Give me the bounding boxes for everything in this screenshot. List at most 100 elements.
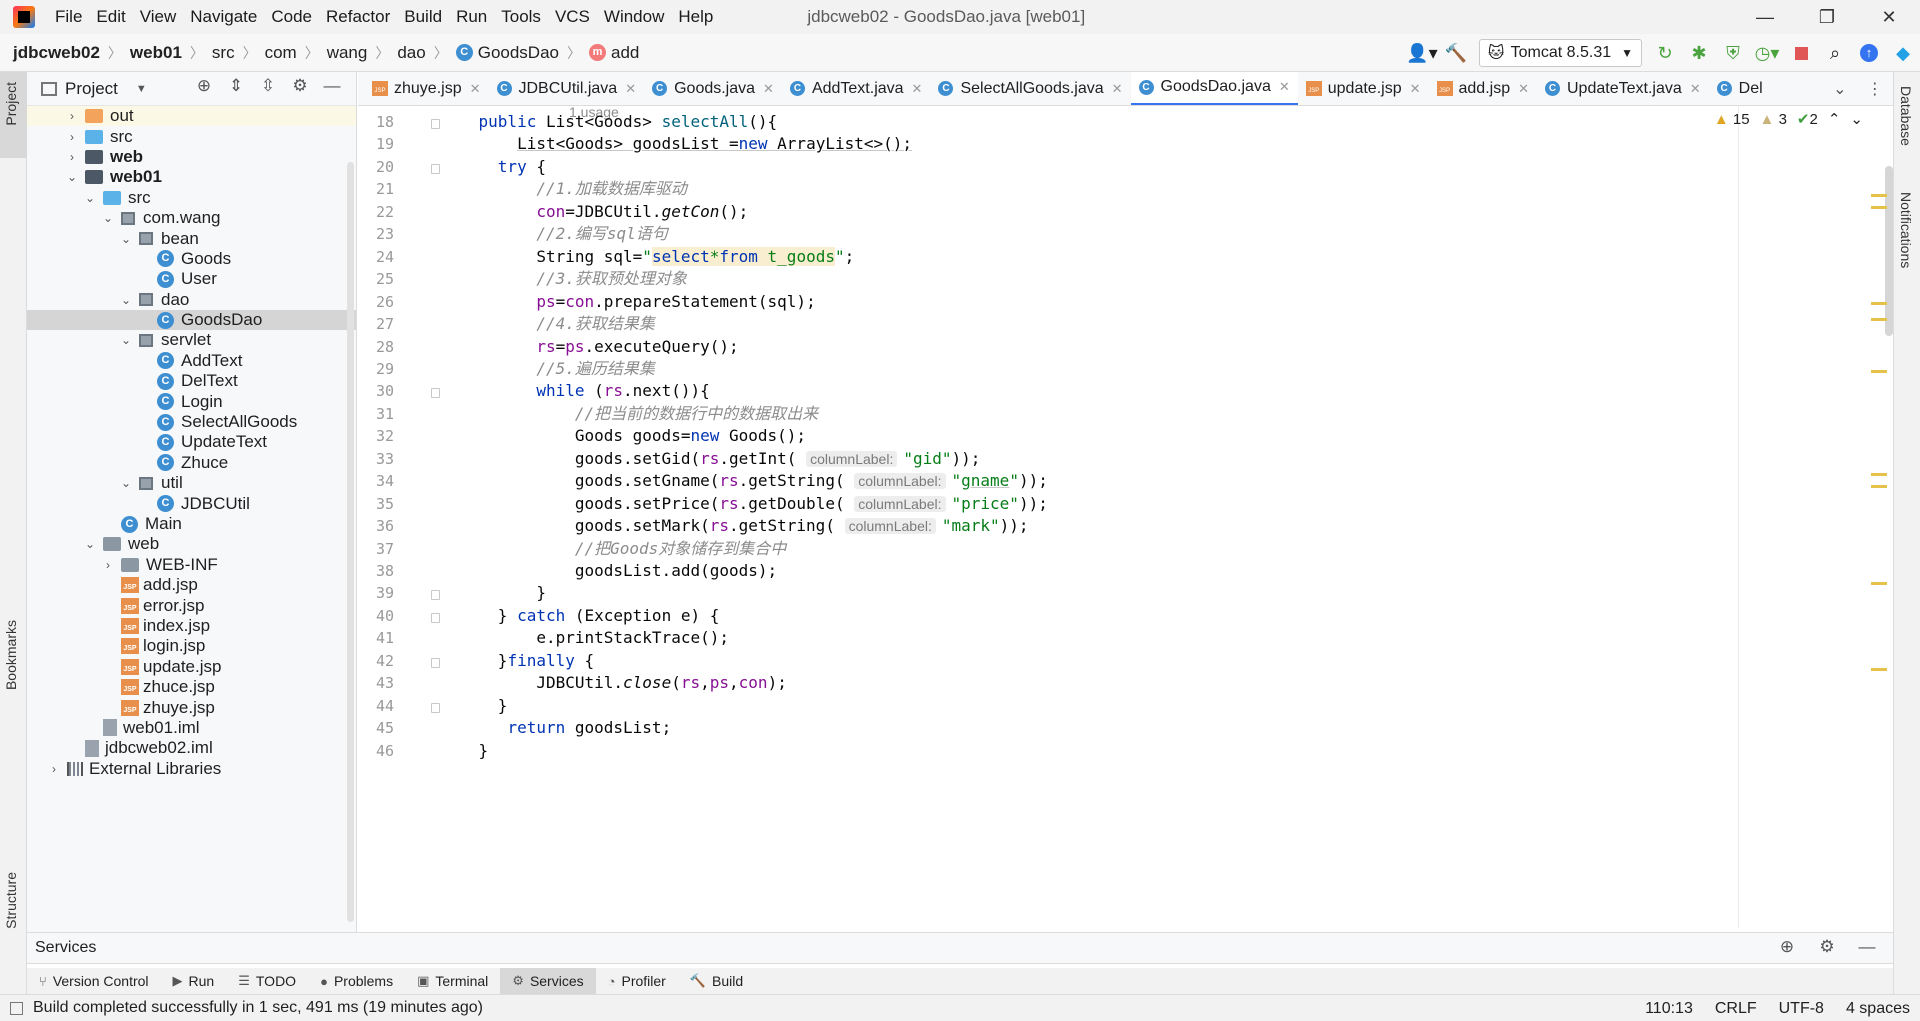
chevron-down-icon[interactable]: ⌄ [119,232,133,246]
tool-window-profiler[interactable]: ◔ Profiler [596,968,678,994]
breadcrumb-item[interactable]: m add [589,43,639,63]
fold-marker-icon[interactable] [431,388,440,399]
fold-marker-icon[interactable] [431,163,440,174]
caret-position[interactable]: 110:13 [1645,1000,1693,1018]
tree-item[interactable]: C Zhuce [27,453,356,473]
close-tab-icon[interactable]: ✕ [1279,79,1290,95]
toggle-panels-icon[interactable] [10,1001,23,1015]
chevron-down-icon[interactable]: ⌄ [1833,79,1846,99]
tree-item[interactable]: JSP index.jsp [27,616,356,636]
menu-edit[interactable]: Edit [96,7,125,27]
menu-vcs[interactable]: VCS [555,7,590,27]
fold-marker-icon[interactable] [431,119,440,129]
code-area[interactable]: 1 usage public List<Goods> selectAll(){ … [440,106,1830,928]
code-line[interactable]: List<Goods> goodsList =new ArrayList<>()… [440,133,912,155]
chevron-down-icon[interactable]: ⌄ [119,293,133,307]
menu-navigate[interactable]: Navigate [190,7,257,27]
code-line[interactable]: e.printStackTrace(); [440,627,729,649]
tool-window-run[interactable]: ▶ Run [161,968,227,994]
chevron-down-icon[interactable]: ⌄ [65,170,79,184]
code-line[interactable]: goodsList.add(goods); [440,560,777,582]
tree-item[interactable]: web01.iml [27,718,356,738]
project-panel-title[interactable]: Project [65,79,118,99]
menu-view[interactable]: View [140,7,177,27]
tool-window-build[interactable]: 🔨 Build [678,968,755,994]
editor-tab[interactable]: JSP zhuye.jsp ✕ [364,72,489,105]
editor-tab[interactable]: C AddText.java ✕ [782,72,931,105]
chevron-right-icon[interactable]: › [47,762,61,776]
tool-window-services[interactable]: ⚙ Services [500,968,596,994]
menu-build[interactable]: Build [404,7,442,27]
chevron-down-icon[interactable]: ⌄ [83,191,97,205]
tree-item[interactable]: ⌄ dao [27,290,356,310]
tree-item[interactable]: JSP add.jsp [27,575,356,595]
user-icon[interactable]: 👤▾ [1405,38,1439,68]
close-tab-icon[interactable]: ✕ [625,81,636,97]
search-icon[interactable]: ⌕ [1818,38,1852,68]
code-line[interactable]: //把当前的数据行中的数据取出来 [440,403,818,425]
editor-tab[interactable]: C GoodsDao.java ✕ [1130,72,1298,105]
menu-file[interactable]: File [55,7,82,27]
status-message[interactable]: Build completed successfully in 1 sec, 4… [33,999,483,1017]
menu-refactor[interactable]: Refactor [326,7,390,27]
tool-window-terminal[interactable]: ▣ Terminal [405,968,500,994]
tool-window-problems[interactable]: ● Problems [308,968,405,994]
database-tool-tab[interactable]: Database [1898,86,1914,146]
menu-help[interactable]: Help [678,7,713,27]
chevron-down-icon[interactable]: ⌄ [83,537,97,551]
code-line[interactable]: try { [440,156,546,178]
rerun-icon[interactable]: ↻ [1648,38,1682,68]
project-tool-tab[interactable]: Project [3,82,19,126]
tree-item[interactable]: C Main [27,514,356,534]
tree-item[interactable]: C AddText [27,351,356,371]
code-line[interactable]: }finally { [440,650,594,672]
fold-marker-icon[interactable] [431,590,440,601]
menu-window[interactable]: Window [604,7,664,27]
code-line[interactable]: rs=ps.executeQuery(); [440,336,738,358]
tree-item[interactable]: ⌄ servlet [27,330,356,350]
fold-marker-icon[interactable] [431,612,440,623]
jetbrains-icon[interactable]: ◆ [1886,38,1920,68]
tree-item[interactable]: JSP zhuye.jsp [27,697,356,717]
close-tab-icon[interactable]: ✕ [1112,81,1123,97]
tree-item[interactable]: ⌄ web01 [27,167,356,187]
close-tab-icon[interactable]: ✕ [470,81,481,97]
tree-item[interactable]: ⌄ web [27,534,356,554]
chevron-up-icon[interactable]: ⌃ [1828,110,1841,128]
breadcrumb-item[interactable]: src [212,43,235,63]
close-tab-icon[interactable]: ✕ [1410,81,1421,97]
editor-tab[interactable]: C Goods.java ✕ [644,72,782,105]
menu-tools[interactable]: Tools [501,7,541,27]
tree-item[interactable]: C Goods [27,249,356,269]
code-line[interactable]: con=JDBCUtil.getCon(); [440,201,748,223]
build-hammer-icon[interactable]: 🔨 [1439,38,1473,68]
warning-marker[interactable] [1871,302,1887,305]
debug-icon[interactable]: ✱ [1682,38,1716,68]
editor-tab[interactable]: JSP add.jsp ✕ [1429,72,1538,105]
tree-item[interactable]: JSP error.jsp [27,595,356,615]
code-line[interactable]: } catch (Exception e) { [440,605,720,627]
coverage-icon[interactable]: ⛨ [1716,38,1750,68]
update-icon[interactable]: ↑ [1852,38,1886,68]
expand-all-icon[interactable]: ⇕ [220,76,252,96]
tool-window-version-control[interactable]: ⑂ Version Control [27,968,161,994]
tree-item[interactable]: JSP zhuce.jsp [27,677,356,697]
structure-tool-tab[interactable]: Structure [3,872,19,929]
line-separator[interactable]: CRLF [1715,1000,1757,1018]
tree-item[interactable]: ⌄ bean [27,228,356,248]
code-line[interactable]: ps=con.prepareStatement(sql); [440,291,815,313]
breadcrumb-item[interactable]: web01 [130,43,182,63]
code-line[interactable]: //1.加载数据库驱动 [440,178,687,200]
chevron-down-icon[interactable]: ⌄ [119,476,133,490]
tree-item[interactable]: JSP login.jsp [27,636,356,656]
tree-item[interactable]: › src [27,126,356,146]
code-line[interactable]: //3.获取预处理对象 [440,268,687,290]
tree-item[interactable]: C GoodsDao [27,309,356,331]
code-line[interactable]: //2.编写sql语句 [440,223,667,245]
file-encoding[interactable]: UTF-8 [1779,1000,1824,1018]
warning-marker[interactable] [1871,473,1887,476]
project-scrollbar[interactable] [347,162,354,922]
tree-item[interactable]: C JDBCUtil [27,493,356,513]
code-line[interactable]: String sql="select*from t_goods"; [440,246,854,268]
chevron-right-icon[interactable]: › [65,130,79,144]
